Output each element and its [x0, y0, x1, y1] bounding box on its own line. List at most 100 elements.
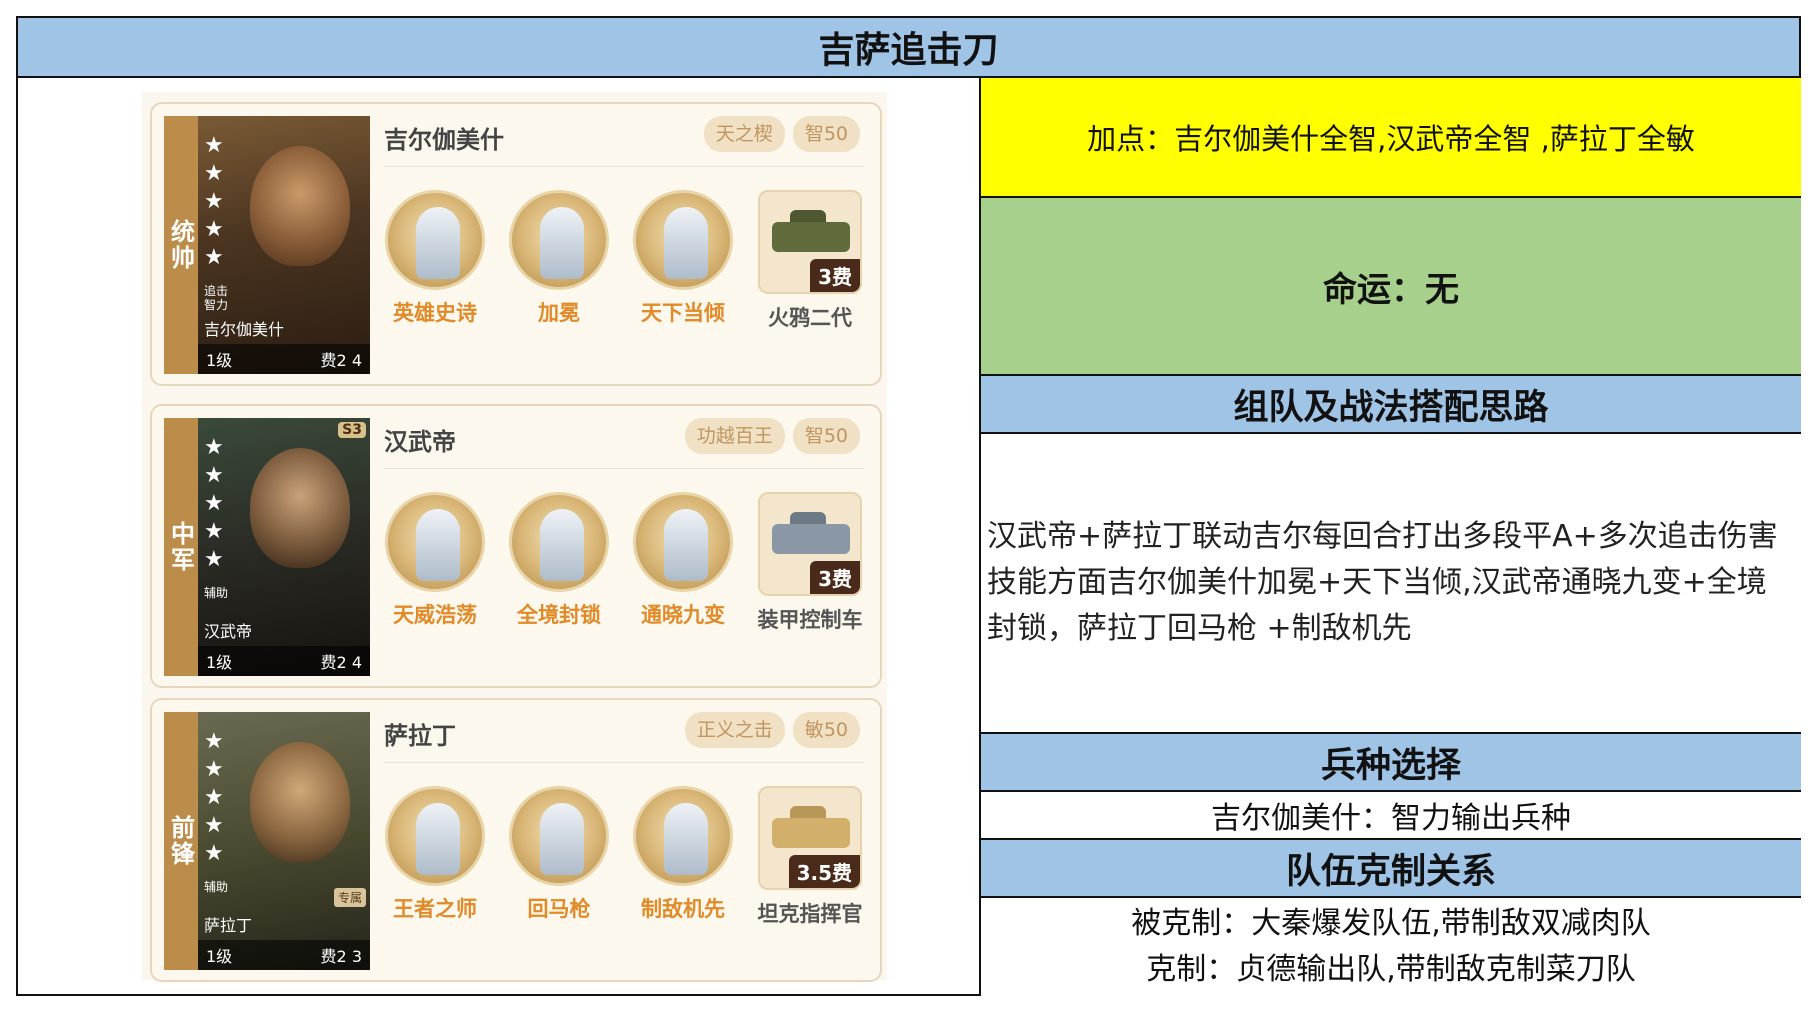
hero-pills: 天之楔 智50 [703, 116, 860, 152]
skill-icon [633, 786, 733, 886]
hero-portrait: ★ ★ ★ ★ ★ 专属 辅助 萨拉丁 1级 费2 3 [198, 712, 370, 970]
lineup-panel: 统帅 ★ ★ ★ ★ ★ 追击 智力 吉尔伽美什 1级 费2 4 吉尔伽美什 天之楔 智5… [18, 78, 981, 996]
vehicle-cost: 3.5费 [788, 855, 860, 888]
hero-trait-tags: 追击 智力 [204, 284, 229, 312]
skill-icon [385, 786, 485, 886]
skill-slot[interactable]: 天威浩荡 [380, 492, 490, 628]
rank-label: 统帅 [164, 116, 198, 374]
hero-cost: 费2 3 [320, 947, 362, 966]
tank-icon: 3费 [758, 492, 862, 596]
skill-icon [633, 190, 733, 290]
skill-slot[interactable]: 英雄史诗 [380, 190, 490, 326]
strategy-sheet: 吉萨追击刀 统帅 ★ ★ ★ ★ ★ 追击 智力 吉尔伽美什 1级 费2 4 吉尔伽美什 … [16, 16, 1801, 996]
hero-card-2[interactable]: 中军 ★ ★ ★ ★ ★ S3 辅助 汉武帝 1级 费2 4 汉武帝 功越百王 智50 [150, 404, 882, 688]
star-rating: ★ ★ ★ ★ ★ [204, 729, 224, 866]
vehicle-slot[interactable]: 3费 火鸦二代 [750, 190, 870, 332]
hero-pills: 功越百王 智50 [684, 418, 860, 454]
hero-pills: 正义之击 敏50 [684, 712, 860, 748]
card-divider [384, 166, 864, 167]
star-rating: ★ ★ ★ ★ ★ [204, 133, 224, 270]
troop-choice: 吉尔伽美什：智力输出兵种 [981, 792, 1801, 840]
vehicle-slot[interactable]: 3费 装甲控制车 [750, 492, 870, 634]
exclusive-badge: 专属 [333, 888, 366, 907]
team-idea-line-2: 技能方面吉尔伽美什加冕+天下当倾,汉武帝通晓九变+全境封锁，萨拉丁回马枪 +制敌… [987, 565, 1767, 646]
vehicle-cost: 3费 [810, 561, 860, 594]
vehicle-cost: 3费 [810, 259, 860, 292]
strategy-notes: 加点：吉尔伽美什全智,汉武帝全智 ,萨拉丁全敏 命运：无 组队及战法搭配思路 汉… [981, 78, 1801, 996]
portrait-footer: 1级 费2 4 [198, 646, 370, 676]
star-rating: ★ ★ ★ ★ ★ [204, 435, 224, 572]
hero-name: 汉武帝 [384, 428, 456, 456]
rank-label: 前锋 [164, 712, 198, 970]
hero-name: 吉尔伽美什 [384, 126, 504, 154]
portrait-hero-name: 汉武帝 [204, 622, 253, 641]
hero-level: 1级 [206, 351, 233, 370]
portrait-hero-name: 吉尔伽美什 [204, 320, 285, 339]
hero-tag-pill: 正义之击 [684, 712, 785, 748]
hero-face-image [250, 742, 350, 862]
skill-label: 王者之师 [393, 897, 477, 921]
skill-slot[interactable]: 加冕 [504, 190, 614, 326]
sheet-title: 吉萨追击刀 [18, 18, 1799, 78]
vehicle-label: 坦克指挥官 [757, 902, 863, 926]
team-idea-line-1: 汉武帝+萨拉丁联动吉尔每回合打出多段平A+多次追击伤害 [987, 519, 1778, 554]
countered-by: 被克制：大秦爆发队伍,带制敌双减肉队 [1131, 906, 1651, 941]
skill-label: 天威浩荡 [393, 603, 477, 627]
skill-label: 全境封锁 [517, 603, 601, 627]
team-heading: 组队及战法搭配思路 [981, 376, 1801, 434]
skill-icon [509, 492, 609, 592]
stat-allocation: 加点：吉尔伽美什全智,汉武帝全智 ,萨拉丁全敏 [981, 78, 1801, 198]
hero-portrait: ★ ★ ★ ★ ★ S3 辅助 汉武帝 1级 费2 4 [198, 418, 370, 676]
hero-cost: 费2 4 [320, 351, 362, 370]
skill-label: 天下当倾 [641, 301, 725, 325]
hero-stat-pill: 智50 [792, 418, 860, 454]
hero-trait-tags: 辅助 [204, 880, 229, 894]
vehicle-label: 装甲控制车 [757, 608, 863, 632]
counter-relations: 被克制：大秦爆发队伍,带制敌双减肉队 克制：贞德输出队,带制敌克制菜刀队 [981, 898, 1801, 996]
hero-card-3[interactable]: 前锋 ★ ★ ★ ★ ★ 专属 辅助 萨拉丁 1级 费2 3 萨拉丁 正义之击 敏50 [150, 698, 882, 982]
skill-slot[interactable]: 王者之师 [380, 786, 490, 922]
counters: 克制：贞德输出队,带制敌克制菜刀队 [1146, 952, 1636, 987]
fate-note: 命运：无 [981, 198, 1801, 376]
skill-label: 加冕 [538, 301, 580, 325]
skill-label: 制敌机先 [641, 897, 725, 921]
team-idea: 汉武帝+萨拉丁联动吉尔每回合打出多段平A+多次追击伤害 技能方面吉尔伽美什加冕+… [981, 434, 1801, 734]
skill-slot[interactable]: 制敌机先 [628, 786, 738, 922]
hero-face-image [250, 146, 350, 266]
skill-label: 回马枪 [527, 897, 591, 921]
tank-icon: 3费 [758, 190, 862, 294]
skill-icon [509, 786, 609, 886]
hero-name: 萨拉丁 [384, 722, 456, 750]
hero-tag-pill: 功越百王 [684, 418, 785, 454]
hero-tag-pill: 天之楔 [703, 116, 785, 152]
hero-trait-tags: 辅助 [204, 586, 229, 600]
vehicle-slot[interactable]: 3.5费 坦克指挥官 [750, 786, 870, 928]
skill-slot[interactable]: 通晓九变 [628, 492, 738, 628]
hero-stat-pill: 敏50 [792, 712, 860, 748]
hero-card-1[interactable]: 统帅 ★ ★ ★ ★ ★ 追击 智力 吉尔伽美什 1级 费2 4 吉尔伽美什 天之楔 智5… [150, 102, 882, 386]
skill-slot[interactable]: 全境封锁 [504, 492, 614, 628]
portrait-footer: 1级 费2 3 [198, 940, 370, 970]
skill-label: 通晓九变 [641, 603, 725, 627]
skill-slot[interactable]: 天下当倾 [628, 190, 738, 326]
hero-level: 1级 [206, 947, 233, 966]
skill-label: 英雄史诗 [393, 301, 477, 325]
tank-icon: 3.5费 [758, 786, 862, 890]
hero-cost: 费2 4 [320, 653, 362, 672]
hero-stat-pill: 智50 [792, 116, 860, 152]
vehicle-label: 火鸦二代 [768, 306, 852, 330]
card-divider [384, 762, 864, 763]
hero-face-image [250, 448, 350, 568]
rank-label: 中军 [164, 418, 198, 676]
troop-heading: 兵种选择 [981, 734, 1801, 792]
skill-slot[interactable]: 回马枪 [504, 786, 614, 922]
season-badge: S3 [338, 422, 366, 438]
skill-icon [385, 190, 485, 290]
hero-level: 1级 [206, 653, 233, 672]
skill-icon [385, 492, 485, 592]
skill-icon [509, 190, 609, 290]
portrait-hero-name: 萨拉丁 [204, 916, 253, 935]
hero-portrait: ★ ★ ★ ★ ★ 追击 智力 吉尔伽美什 1级 费2 4 [198, 116, 370, 374]
card-divider [384, 468, 864, 469]
portrait-footer: 1级 费2 4 [198, 344, 370, 374]
